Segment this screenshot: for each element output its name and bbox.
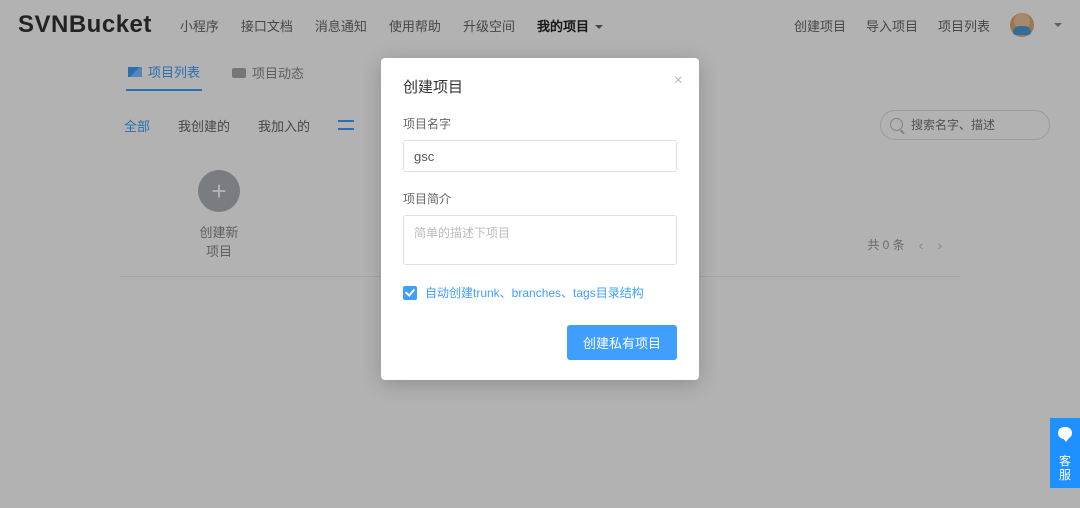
- modal-footer: 创建私有项目: [403, 325, 677, 360]
- project-desc-input[interactable]: [403, 215, 677, 265]
- project-name-input[interactable]: [403, 140, 677, 172]
- create-private-project-button[interactable]: 创建私有项目: [567, 325, 677, 360]
- chat-icon[interactable]: [1050, 418, 1080, 448]
- modal-title: 创建项目: [403, 76, 677, 97]
- name-label: 项目名字: [403, 115, 677, 132]
- auto-structure-label: 自动创建trunk、branches、tags目录结构: [425, 284, 644, 301]
- checkbox-checked-icon[interactable]: [403, 286, 417, 300]
- create-project-modal: 创建项目 × 项目名字 项目简介 自动创建trunk、branches、tags…: [381, 58, 699, 380]
- modal-overlay[interactable]: 创建项目 × 项目名字 项目简介 自动创建trunk、branches、tags…: [0, 0, 1080, 508]
- support-widget[interactable]: 客服: [1050, 418, 1080, 488]
- close-icon[interactable]: ×: [674, 72, 683, 90]
- desc-label: 项目简介: [403, 190, 677, 207]
- support-label: 客服: [1050, 448, 1080, 488]
- auto-structure-checkbox-row[interactable]: 自动创建trunk、branches、tags目录结构: [403, 284, 677, 301]
